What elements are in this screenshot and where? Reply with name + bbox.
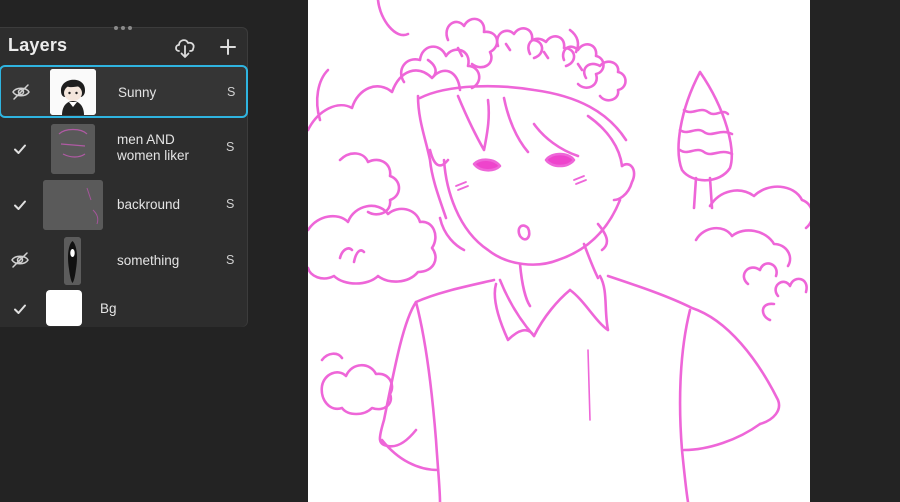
layer-thumbnail <box>43 180 103 230</box>
layer-name: men AND women liker <box>117 132 189 164</box>
eye-hidden-icon[interactable] <box>11 82 31 102</box>
checkmark-icon[interactable] <box>10 299 30 319</box>
cloud-download-icon[interactable] <box>172 34 198 60</box>
layer-name: Bg <box>100 301 117 316</box>
blend-mode-label[interactable]: S <box>226 197 234 211</box>
sketch-artwork <box>308 0 810 502</box>
checkmark-icon[interactable] <box>10 195 30 215</box>
blend-mode-label[interactable]: S <box>227 85 235 99</box>
layer-name-line1: men AND <box>117 132 175 147</box>
layer-row-sunny[interactable]: Sunny S <box>0 65 248 118</box>
layer-name: something <box>117 253 180 268</box>
layer-row-backround[interactable]: backround S <box>0 178 247 232</box>
drawing-canvas[interactable] <box>308 0 810 502</box>
checkmark-icon[interactable] <box>10 139 30 159</box>
plus-icon <box>220 39 236 55</box>
eye-hidden-icon[interactable] <box>10 250 30 270</box>
blend-mode-label[interactable]: S <box>226 253 234 267</box>
layer-name: backround <box>117 197 181 212</box>
panel-title: Layers <box>8 35 68 55</box>
layer-thumbnail <box>50 69 96 115</box>
drag-handle-icon[interactable] <box>114 26 132 30</box>
layer-row-something[interactable]: something S <box>0 234 247 288</box>
layer-thumbnail <box>46 290 82 326</box>
layers-panel: Layers Sunny S men AND women liker S bac… <box>0 26 248 327</box>
layer-name-line2: women liker <box>117 148 190 163</box>
layer-name: Sunny <box>118 85 157 100</box>
layer-row-bg[interactable]: Bg <box>0 289 247 327</box>
layer-thumbnail <box>51 124 95 174</box>
blend-mode-label[interactable]: S <box>226 140 234 154</box>
add-layer-button[interactable] <box>215 34 241 60</box>
layer-thumbnail <box>64 237 81 285</box>
layer-row-men-and-women-liker[interactable]: men AND women liker S <box>0 121 247 177</box>
